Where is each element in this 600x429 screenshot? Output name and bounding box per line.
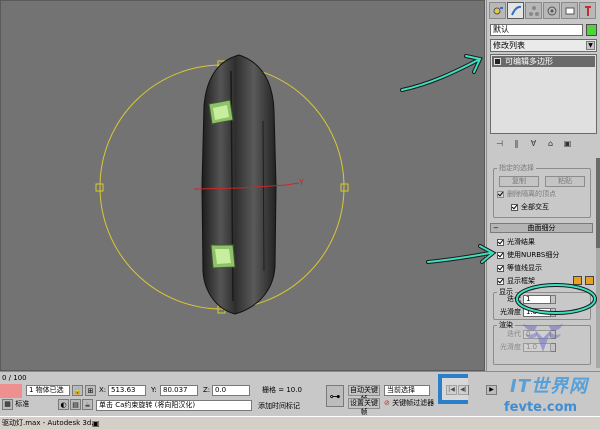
- max-script-listener[interactable]: [0, 384, 22, 398]
- moon-icon[interactable]: ◐: [58, 399, 69, 410]
- auto-key-button[interactable]: 自动关键帧: [348, 385, 380, 403]
- annotation-arrow-top: [400, 54, 483, 92]
- key-icon[interactable]: ⊶: [326, 385, 344, 407]
- windows-taskbar: 驱动灯.max - Autodesk 3d... ▣: [0, 416, 600, 429]
- annotation-arrow-top-cyan: [401, 55, 482, 91]
- scene-icon[interactable]: ▦: [2, 399, 13, 410]
- watermark-site-name: IT世界网: [510, 376, 588, 397]
- current-selection-dropdown[interactable]: 当前选择: [384, 385, 430, 396]
- prompt-line: 单击 Ca约束旋转 (将向阳汉化): [96, 400, 252, 411]
- teapot-icon[interactable]: ☕: [82, 399, 93, 410]
- taskbar-icon[interactable]: ▣: [92, 419, 100, 428]
- key-filter-icon: ⊘: [384, 399, 390, 407]
- lock-selection-icon[interactable]: 🔒: [72, 385, 83, 396]
- renderer-tag: ▦ 标准: [2, 399, 29, 410]
- watermark-e-mark: [438, 374, 468, 404]
- watermark: IT世界网 fevte.com: [438, 322, 600, 416]
- time-slider-frame[interactable]: 0 / 100: [2, 374, 27, 383]
- watermark-wings-logo: [523, 324, 563, 352]
- watermark-url: fevte.com: [504, 400, 578, 415]
- set-key-button[interactable]: 设置关键帧: [348, 398, 380, 416]
- renderer-label: 标准: [15, 400, 30, 408]
- z-label: Z:: [203, 386, 211, 394]
- taskbar-item-3dsmax[interactable]: 驱动灯.max - Autodesk 3d...: [0, 418, 98, 429]
- x-coordinate-field[interactable]: 513.63: [108, 385, 146, 396]
- key-filters-label: 关键帧过滤器: [392, 399, 435, 407]
- annotation-circle-cyan: [516, 284, 596, 314]
- key-filters-button[interactable]: ⊘ 关键帧过滤器: [384, 399, 434, 408]
- render-icon[interactable]: ▤: [70, 399, 81, 410]
- grid-size: 栅格 = 10.0: [262, 386, 302, 394]
- add-time-tag[interactable]: 添加时间标记: [258, 402, 300, 411]
- y-coordinate-field[interactable]: 80.037: [160, 385, 198, 396]
- absolute-mode-icon[interactable]: ⊞: [85, 385, 96, 396]
- x-label: X:: [99, 386, 107, 394]
- selection-count: 1 物体已选: [26, 385, 70, 396]
- z-coordinate-field[interactable]: 0.0: [212, 385, 250, 396]
- y-label: Y:: [151, 386, 157, 394]
